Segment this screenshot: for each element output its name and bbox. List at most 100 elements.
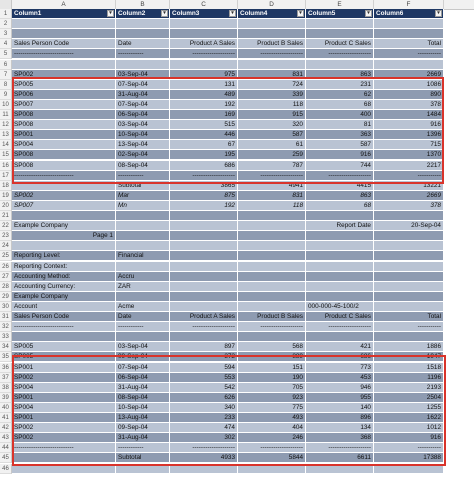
row-number[interactable]: 8 bbox=[0, 79, 12, 90]
row-number[interactable]: 40 bbox=[0, 402, 12, 413]
table-cell[interactable] bbox=[116, 211, 170, 222]
table-cell[interactable]: 140 bbox=[306, 402, 374, 413]
table-cell[interactable] bbox=[116, 463, 170, 474]
table-cell[interactable]: 000-000-45-100/2 bbox=[306, 301, 374, 312]
column-header-c[interactable]: C bbox=[170, 0, 238, 9]
table-cell[interactable]: SP008 bbox=[12, 110, 116, 121]
row-number[interactable]: 32 bbox=[0, 322, 12, 333]
table-cell[interactable]: 863 bbox=[306, 69, 374, 80]
table-cell[interactable]: Example Company bbox=[12, 291, 116, 302]
table-cell[interactable]: 916 bbox=[374, 120, 444, 131]
table-cell[interactable]: 626 bbox=[170, 392, 238, 403]
row-number[interactable]: 9 bbox=[0, 89, 12, 100]
table-cell[interactable]: 404 bbox=[238, 423, 306, 434]
table-cell[interactable] bbox=[170, 231, 238, 242]
table-cell[interactable]: Subtotal bbox=[116, 180, 170, 191]
table-cell[interactable] bbox=[238, 221, 306, 232]
row-number[interactable]: 7 bbox=[0, 69, 12, 80]
table-cell[interactable]: 724 bbox=[238, 79, 306, 90]
table-cell[interactable]: 20-Sep-04 bbox=[374, 221, 444, 232]
table-cell[interactable]: Product A Sales bbox=[170, 39, 238, 50]
row-number[interactable]: 43 bbox=[0, 433, 12, 444]
table-cell[interactable]: ----------- bbox=[374, 322, 444, 333]
table-cell[interactable]: 1196 bbox=[374, 372, 444, 383]
table-cell[interactable]: 10-Sep-04 bbox=[116, 402, 170, 413]
table-cell[interactable]: 378 bbox=[374, 200, 444, 211]
table-cell[interactable] bbox=[12, 29, 116, 40]
table-cell[interactable]: 68 bbox=[306, 99, 374, 110]
table-cell[interactable]: 1947 bbox=[374, 352, 444, 363]
table-cell[interactable]: 489 bbox=[170, 89, 238, 100]
table-cell[interactable]: 542 bbox=[170, 382, 238, 393]
row-number[interactable]: 23 bbox=[0, 231, 12, 242]
table-cell[interactable] bbox=[238, 29, 306, 40]
table-cell[interactable]: 1886 bbox=[374, 342, 444, 353]
table-cell[interactable]: 2669 bbox=[374, 69, 444, 80]
table-cell[interactable]: 13-Sep-04 bbox=[116, 140, 170, 151]
column-header-b[interactable]: B bbox=[116, 0, 170, 9]
column-title-cell[interactable]: Column6 ▾ bbox=[374, 9, 444, 20]
table-cell[interactable] bbox=[170, 291, 238, 302]
row-number[interactable]: 46 bbox=[0, 463, 12, 474]
table-cell[interactable]: 594 bbox=[170, 362, 238, 373]
table-cell[interactable]: Date bbox=[116, 312, 170, 323]
row-number[interactable]: 6 bbox=[0, 59, 12, 70]
table-cell[interactable]: ---------------------------- bbox=[12, 170, 116, 181]
row-number[interactable]: 2 bbox=[0, 19, 12, 30]
table-cell[interactable] bbox=[12, 241, 116, 252]
table-cell[interactable] bbox=[306, 241, 374, 252]
table-cell[interactable] bbox=[170, 271, 238, 282]
table-cell[interactable] bbox=[12, 211, 116, 222]
table-cell[interactable] bbox=[12, 453, 116, 464]
table-cell[interactable]: 320 bbox=[238, 120, 306, 131]
table-cell[interactable]: 2669 bbox=[374, 190, 444, 201]
table-cell[interactable]: SP007 bbox=[12, 99, 116, 110]
table-cell[interactable]: 10-Sep-04 bbox=[116, 130, 170, 141]
table-cell[interactable]: Accru bbox=[116, 271, 170, 282]
table-cell[interactable]: 2217 bbox=[374, 160, 444, 171]
row-number[interactable]: 12 bbox=[0, 120, 12, 131]
table-cell[interactable] bbox=[12, 19, 116, 30]
table-cell[interactable] bbox=[12, 463, 116, 474]
row-number[interactable]: 29 bbox=[0, 291, 12, 302]
table-cell[interactable]: 421 bbox=[306, 342, 374, 353]
table-cell[interactable] bbox=[238, 463, 306, 474]
table-cell[interactable]: Financial bbox=[116, 251, 170, 262]
table-cell[interactable]: 916 bbox=[306, 150, 374, 161]
table-cell[interactable]: 896 bbox=[306, 413, 374, 424]
table-cell[interactable]: 3865 bbox=[170, 180, 238, 191]
table-cell[interactable]: -------------------- bbox=[238, 170, 306, 181]
table-cell[interactable]: ----------- bbox=[374, 49, 444, 60]
table-cell[interactable]: 6611 bbox=[306, 453, 374, 464]
row-number[interactable]: 21 bbox=[0, 211, 12, 222]
table-cell[interactable]: 340 bbox=[170, 402, 238, 413]
table-cell[interactable]: SP002 bbox=[12, 69, 116, 80]
table-cell[interactable] bbox=[374, 291, 444, 302]
row-number[interactable]: 39 bbox=[0, 392, 12, 403]
table-cell[interactable]: 1622 bbox=[374, 413, 444, 424]
table-cell[interactable]: 1518 bbox=[374, 362, 444, 373]
table-cell[interactable]: 03-Sep-04 bbox=[116, 69, 170, 80]
table-cell[interactable] bbox=[170, 281, 238, 292]
row-number[interactable]: 33 bbox=[0, 332, 12, 343]
row-number[interactable]: 31 bbox=[0, 312, 12, 323]
table-cell[interactable]: 2504 bbox=[374, 392, 444, 403]
table-cell[interactable]: Product B Sales bbox=[238, 39, 306, 50]
table-cell[interactable]: SP008 bbox=[12, 150, 116, 161]
row-number[interactable]: 14 bbox=[0, 140, 12, 151]
column-header-e[interactable]: E bbox=[306, 0, 374, 9]
table-cell[interactable]: 955 bbox=[306, 392, 374, 403]
table-cell[interactable] bbox=[306, 261, 374, 272]
table-cell[interactable]: SP001 bbox=[12, 130, 116, 141]
table-cell[interactable]: 31-Aug-04 bbox=[116, 433, 170, 444]
row-number[interactable]: 24 bbox=[0, 241, 12, 252]
row-number[interactable]: 42 bbox=[0, 423, 12, 434]
table-cell[interactable]: SP001 bbox=[12, 362, 116, 373]
table-cell[interactable] bbox=[374, 19, 444, 30]
row-number[interactable]: 13 bbox=[0, 130, 12, 141]
table-cell[interactable]: Accounting Method: bbox=[12, 271, 116, 282]
table-cell[interactable] bbox=[374, 29, 444, 40]
table-cell[interactable]: SP001 bbox=[12, 392, 116, 403]
row-number[interactable]: 35 bbox=[0, 352, 12, 363]
filter-dropdown-icon[interactable]: ▾ bbox=[297, 10, 304, 17]
